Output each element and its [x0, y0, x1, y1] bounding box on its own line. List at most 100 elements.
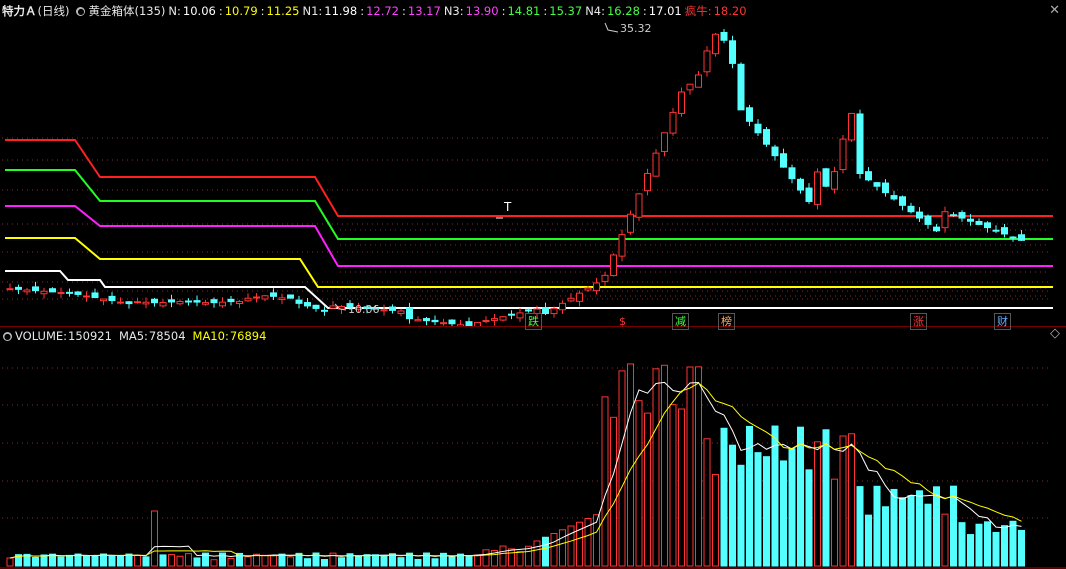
- close-icon[interactable]: ✕: [1049, 4, 1060, 17]
- volume-chart[interactable]: [0, 344, 1066, 568]
- volume-bar: [142, 556, 150, 567]
- candle-body: [431, 319, 439, 323]
- candle-body: [66, 291, 73, 294]
- candle-body: [261, 295, 269, 300]
- volume-bar: [380, 555, 388, 567]
- indicator-toggle-icon[interactable]: ●: [76, 6, 86, 16]
- volume-bar: [941, 513, 949, 567]
- indicator-value: 13.90: [465, 4, 499, 18]
- volume-bar: [372, 554, 379, 567]
- candle-body: [899, 196, 906, 206]
- volume-bar: [270, 554, 277, 567]
- candle-body: [15, 286, 22, 290]
- candle-body: [635, 193, 643, 218]
- candle-body: [227, 298, 235, 303]
- volume-bar: [125, 553, 133, 567]
- candlestick-chart[interactable]: 35.32 10.06 T: [0, 22, 1066, 326]
- candle-body: [210, 299, 218, 304]
- volume-bar: [363, 554, 371, 567]
- price-panel-header: 特力Ａ(日线) ● 黄金箱体(135) N: 10.06:10.79:11.25 N1: 1…: [0, 1, 753, 21]
- volume-bar: [83, 555, 90, 567]
- candle-body: [746, 107, 753, 122]
- candle-body: [23, 289, 31, 293]
- volume-bar: [873, 485, 881, 567]
- candle-body: [661, 132, 668, 152]
- candle-body: [1001, 227, 1008, 235]
- volume-bar: [338, 557, 345, 567]
- candle-body: [601, 274, 609, 282]
- indicator-value-label: 疯牛:: [684, 4, 712, 18]
- volume-bar: [134, 554, 141, 567]
- candle-body: [380, 309, 388, 312]
- candle-body: [882, 182, 889, 194]
- candle-body: [737, 63, 745, 111]
- candle-body: [627, 213, 634, 233]
- volume-bar: [627, 363, 634, 567]
- volume-toggle-icon[interactable]: ●: [3, 331, 12, 341]
- candle-body: [329, 305, 337, 309]
- indicator-value-label: N4:: [585, 4, 605, 18]
- volume-bar: [304, 558, 311, 567]
- candle-body: [448, 319, 456, 325]
- volume-bar: [482, 549, 490, 567]
- volume-bar: [933, 486, 940, 567]
- candle-body: [108, 295, 116, 302]
- volume-bar: [720, 427, 728, 567]
- period-label[interactable]: (日线): [38, 1, 70, 21]
- candle-body: [516, 312, 524, 319]
- ma5-value: 78504: [148, 329, 186, 343]
- volume-bar: [805, 469, 813, 567]
- volume-bar: [219, 552, 226, 567]
- volume-bar: [618, 370, 626, 567]
- candle-body: [848, 112, 855, 141]
- candle-body: [168, 299, 175, 303]
- indicator-name[interactable]: 黄金箱体: [88, 1, 134, 21]
- low-price-label: 10.06: [348, 303, 380, 316]
- volume-bar: [831, 478, 838, 567]
- volume-bar: [992, 531, 1000, 567]
- signal-marker[interactable]: 跌: [525, 313, 542, 330]
- signal-marker[interactable]: 涨: [910, 313, 927, 330]
- expand-diamond-icon[interactable]: ◇: [1050, 327, 1060, 340]
- candle-body: [584, 287, 592, 291]
- volume-panel-header: ● VOLUME:150921 MA5:78504 MA10:76894: [0, 326, 269, 346]
- volume-bar: [703, 438, 711, 567]
- volume-bar: [108, 555, 116, 567]
- signal-marker[interactable]: $: [614, 313, 631, 330]
- volume-bar: [465, 555, 473, 567]
- candle-body: [312, 304, 320, 309]
- volume-bar: [771, 425, 779, 567]
- candle-body: [423, 318, 430, 322]
- indicator-value-label: N:: [168, 4, 181, 18]
- volume-bar: [185, 553, 192, 567]
- candle-body: [856, 113, 864, 175]
- candle-body: [958, 212, 966, 219]
- volume-bar: [678, 408, 685, 567]
- volume-bar: [151, 510, 158, 567]
- candle-body: [593, 282, 600, 292]
- candle-body: [83, 295, 90, 298]
- indicator-value-label: :: [543, 4, 548, 18]
- volume-bar: [610, 416, 617, 567]
- candle-body: [890, 195, 898, 200]
- candle-body: [440, 322, 447, 325]
- signal-marker[interactable]: 减: [672, 313, 689, 330]
- volume-bar: [176, 555, 184, 567]
- signal-marker[interactable]: 榜: [718, 313, 735, 330]
- volume-label: VOLUME:: [15, 329, 68, 343]
- candle-body: [491, 318, 498, 321]
- candle-body: [797, 178, 804, 191]
- candle-body: [916, 211, 923, 219]
- volume-bar: [822, 429, 830, 567]
- candle-body: [176, 300, 184, 305]
- candle-body: [278, 297, 286, 301]
- signal-marker[interactable]: 财: [994, 313, 1011, 330]
- stock-name[interactable]: 特力Ａ: [2, 1, 37, 21]
- volume-bar: [193, 557, 201, 567]
- volume-bar: [644, 412, 651, 567]
- candle-body: [576, 292, 583, 302]
- candle-body: [142, 301, 150, 305]
- indicator-value: 12.72: [366, 4, 400, 18]
- candle-body: [542, 307, 549, 315]
- volume-bar: [975, 523, 983, 567]
